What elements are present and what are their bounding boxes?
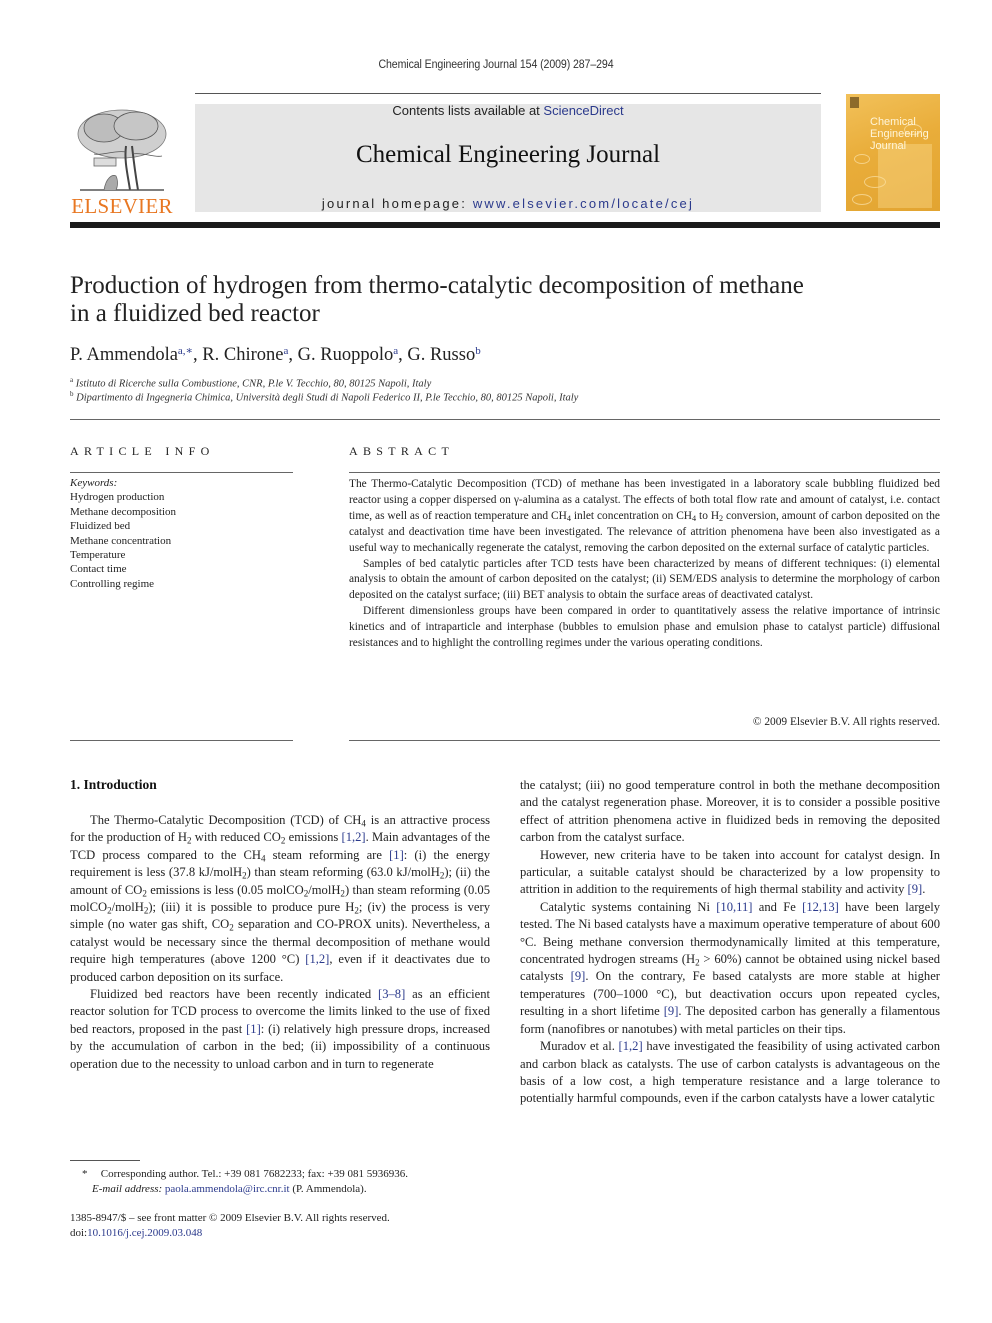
citation-link[interactable]: [1,2] <box>305 952 329 966</box>
keyword: Fluidized bed <box>70 520 131 533</box>
keywords-label: Keywords: <box>70 477 118 489</box>
body-column-right: the catalyst; (iii) no good temperature … <box>520 777 940 1108</box>
contents-line: Contents lists available at ScienceDirec… <box>195 103 821 118</box>
author-list: P. Ammendolaa,∗, R. Chironea, G. Ruoppol… <box>70 345 481 365</box>
affiliation-link[interactable]: a <box>393 345 398 357</box>
author-name: P. Ammendola <box>70 345 178 365</box>
citation-link[interactable]: [1] <box>389 848 404 862</box>
keyword: Methane concentration <box>70 534 172 547</box>
keyword: Controlling regime <box>70 577 155 590</box>
elsevier-wordmark: ELSEVIER <box>71 194 173 218</box>
header-rule <box>195 93 821 94</box>
elsevier-tree-icon <box>77 109 167 191</box>
cover-title: Chemical Engineering Journal <box>870 116 929 152</box>
body-paragraph: Catalytic systems containing Ni [10,11] … <box>520 899 940 1036</box>
citation-link[interactable]: [3–8] <box>378 987 405 1001</box>
journal-homepage: journal homepage: www.elsevier.com/locat… <box>195 196 821 211</box>
journal-cover-image[interactable]: Chemical Engineering Journal <box>846 94 940 211</box>
cover-bubble <box>854 154 870 164</box>
title-rule <box>70 419 940 420</box>
citation-link[interactable]: [9] <box>571 969 586 983</box>
elsevier-badge-icon <box>850 97 859 108</box>
email-line: E-mail address: paola.ammendola@irc.cnr.… <box>92 1183 367 1195</box>
citation-link[interactable]: [1,2] <box>342 830 366 844</box>
article-info-bottom-rule <box>70 740 293 741</box>
homepage-prefix: journal homepage: <box>321 196 473 211</box>
doi-link[interactable]: 10.1016/j.cej.2009.03.048 <box>87 1227 202 1239</box>
citation-link[interactable]: [12,13] <box>802 900 839 914</box>
author-name: G. Russo <box>407 345 476 365</box>
citation-link[interactable]: [1] <box>246 1022 261 1036</box>
text-run: with reduced CO <box>191 830 281 845</box>
article-info-heading: ARTICLE INFO <box>70 444 215 458</box>
text-run: emissions is less (0.05 molCO <box>146 882 304 897</box>
cover-panel <box>878 144 932 208</box>
front-matter: 1385-8947/$ – see front matter © 2009 El… <box>70 1211 390 1241</box>
affiliation-link[interactable]: a <box>283 345 288 357</box>
text-run: steam reforming are <box>265 847 390 862</box>
keyword: Contact time <box>70 563 127 576</box>
header-thick-rule <box>70 222 940 228</box>
text-run: /molH <box>308 882 341 897</box>
text-run: ) than steam reforming (63.0 kJ/molH <box>246 865 440 880</box>
section-heading: 1. Introduction <box>70 777 157 792</box>
affiliation-b: b Dipartimento di Ingegneria Chimica, Un… <box>70 390 579 404</box>
abstract-heading: ABSTRACT <box>349 444 455 458</box>
doi-line: doi:10.1016/j.cej.2009.03.048 <box>70 1227 203 1239</box>
abstract-paragraph: Samples of bed catalytic particles after… <box>349 557 940 602</box>
journal-name: Chemical Engineering Journal <box>355 141 661 168</box>
body-paragraph: Muradov et al. [1,2] have investigated t… <box>520 1039 940 1106</box>
affiliation-link[interactable]: a,∗ <box>178 345 193 357</box>
abstract-body: The Thermo-Catalytic Decomposition (TCD)… <box>349 477 940 652</box>
article-info-rule <box>70 472 293 473</box>
keyword: Hydrogen production <box>70 491 165 504</box>
abstract-paragraph: The Thermo-Catalytic Decomposition (TCD)… <box>349 478 940 554</box>
footnote-rule <box>70 1160 140 1161</box>
keyword: Temperature <box>70 549 126 562</box>
cover-bubble <box>852 194 872 205</box>
body-paragraph: The Thermo-Catalytic Decomposition (TCD)… <box>70 812 490 986</box>
citation-link[interactable]: [9] <box>664 1004 679 1018</box>
affiliation-a: a Istituto di Ricerche sulla Combustione… <box>70 376 432 390</box>
text-run: ); (iii) it is possible to produce pure … <box>148 900 355 915</box>
corresponding-author-note: * Corresponding author. Tel.: +39 081 76… <box>82 1168 408 1180</box>
citation-link[interactable]: [9] <box>908 882 923 896</box>
body-column-left: The Thermo-Catalytic Decomposition (TCD)… <box>70 812 490 1073</box>
body-paragraph: the catalyst; (iii) no good temperature … <box>520 778 940 845</box>
body-paragraph: Fluidized bed reactors have been recentl… <box>70 987 491 1071</box>
author-name: R. Chirone <box>202 345 284 365</box>
keyword: Methane decomposition <box>70 505 177 518</box>
abstract-bottom-rule <box>349 740 940 741</box>
footnote: * Corresponding author. Tel.: +39 081 76… <box>70 1167 500 1197</box>
citation-link[interactable]: [10,11] <box>716 900 752 914</box>
article-title: Production of hydrogen from thermo-catal… <box>70 272 804 327</box>
abstract-paragraph: Different dimensionless groups have been… <box>349 605 940 650</box>
front-matter-line: 1385-8947/$ – see front matter © 2009 El… <box>70 1212 390 1224</box>
text-run: emissions <box>285 830 342 845</box>
text-run: /molH <box>111 900 144 915</box>
abstract-rule <box>349 472 940 473</box>
running-head: Chemical Engineering Journal 154 (2009) … <box>378 59 614 71</box>
keywords-list: Keywords: Hydrogen production Methane de… <box>70 476 176 591</box>
author-name: G. Ruoppolo <box>297 345 394 365</box>
body-paragraph: However, new criteria have to be taken i… <box>520 847 940 897</box>
contents-prefix: Contents lists available at <box>392 103 544 118</box>
sciencedirect-link[interactable]: ScienceDirect <box>543 103 623 118</box>
abstract-copyright: © 2009 Elsevier B.V. All rights reserved… <box>752 716 940 728</box>
affiliation-link[interactable]: b <box>475 345 481 357</box>
email-link[interactable]: paola.ammendola@irc.cnr.it <box>165 1183 290 1195</box>
citation-link[interactable]: [1,2] <box>619 1039 643 1053</box>
text-run: The Thermo-Catalytic Decomposition (TCD)… <box>90 813 362 827</box>
homepage-link[interactable]: www.elsevier.com/locate/cej <box>473 196 694 211</box>
